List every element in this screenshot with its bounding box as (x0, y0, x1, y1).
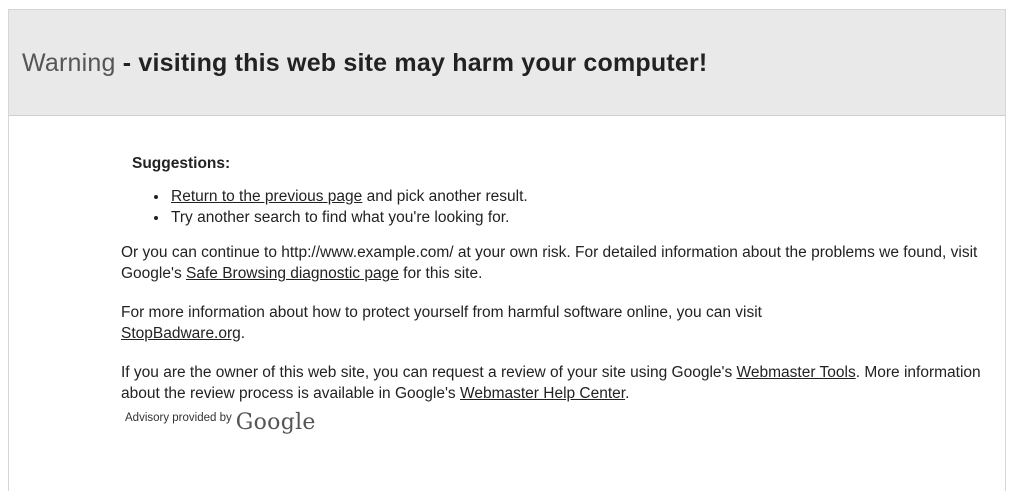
advisory-label: Advisory provided by (125, 412, 232, 424)
google-logo: Google (235, 410, 316, 435)
owner-text-end: . (625, 385, 630, 402)
list-item: Return to the previous page and pick ano… (169, 186, 995, 207)
warning-content: Suggestions: Return to the previous page… (9, 116, 1005, 435)
stopbadware-link[interactable]: StopBadware.org (121, 325, 241, 342)
protect-paragraph: For more information about how to protec… (121, 302, 995, 344)
webmaster-help-center-link[interactable]: Webmaster Help Center (460, 385, 625, 402)
warning-title-text: - visiting this web site may harm your c… (115, 49, 708, 77)
list-item-text: Try another search to find what you're l… (171, 209, 510, 226)
list-item: Try another search to find what you're l… (169, 207, 995, 228)
page-title: Warning - visiting this web site may har… (22, 49, 707, 78)
protect-text: For more information about how to protec… (121, 304, 762, 321)
warning-word: Warning (22, 49, 116, 77)
owner-text: If you are the owner of this web site, y… (121, 364, 737, 381)
warning-header: Warning - visiting this web site may har… (9, 10, 1005, 116)
list-item-text: and pick another result. (362, 188, 528, 205)
advisory-footer: Advisory provided by Google (125, 408, 995, 435)
suggestions-heading: Suggestions: (132, 155, 231, 172)
protect-text-end: . (240, 325, 246, 342)
return-previous-page-link[interactable]: Return to the previous page (171, 188, 362, 205)
warning-page: Warning - visiting this web site may har… (8, 9, 1006, 491)
continue-paragraph: Or you can continue to http://www.exampl… (121, 242, 995, 284)
suggestions-list: Return to the previous page and pick ano… (121, 186, 995, 228)
owner-paragraph: If you are the owner of this web site, y… (121, 362, 995, 404)
safe-browsing-diagnostic-link[interactable]: Safe Browsing diagnostic page (186, 265, 399, 282)
webmaster-tools-link[interactable]: Webmaster Tools (737, 364, 856, 381)
continue-text-end: for this site. (398, 265, 483, 282)
